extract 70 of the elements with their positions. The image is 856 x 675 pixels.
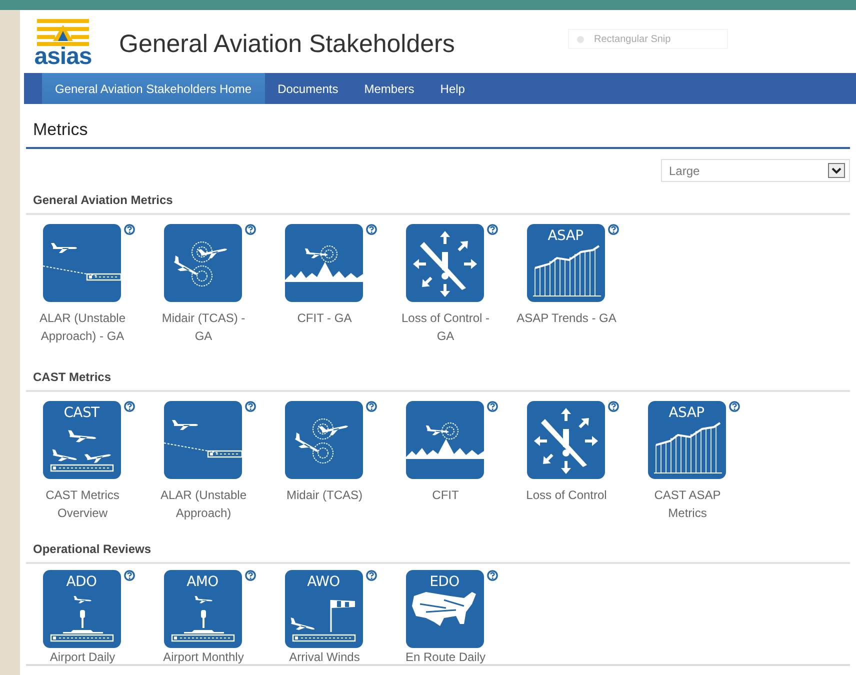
nav-tab[interactable]: Members xyxy=(351,73,428,104)
nav-tab[interactable]: Help xyxy=(427,73,478,104)
airplane-tower-icon xyxy=(50,596,114,642)
section-heading: General Aviation Metrics xyxy=(32,193,174,209)
metric-label[interactable]: Arrival Winds xyxy=(274,650,376,665)
help-icon[interactable] xyxy=(608,401,618,412)
metric-tile-link[interactable]: ASAP xyxy=(648,401,726,479)
map-icon xyxy=(410,591,476,627)
airplane-approach-icon xyxy=(164,419,242,459)
nav-tab[interactable]: Documents xyxy=(264,73,352,104)
logo-text: asias xyxy=(34,46,92,66)
metric-tile-link[interactable]: AMO xyxy=(164,570,242,648)
logo-stripes-icon xyxy=(37,16,89,46)
metric-tile-link[interactable] xyxy=(284,224,362,302)
help-icon[interactable] xyxy=(244,401,256,412)
metric-tile-link[interactable] xyxy=(406,401,484,479)
metric-label[interactable]: Airport Monthly xyxy=(152,650,254,665)
size-dropdown[interactable]: Large xyxy=(661,159,850,182)
metric-tile-link[interactable] xyxy=(406,224,484,302)
airplane-mountain-icon xyxy=(406,422,484,459)
help-icon[interactable] xyxy=(486,224,498,235)
help-icon[interactable] xyxy=(244,224,256,235)
metric-label[interactable]: Loss of Control xyxy=(516,486,618,504)
metric-label[interactable]: Midair (TCAS) xyxy=(274,486,376,504)
help-icon[interactable] xyxy=(486,401,498,412)
metric-label[interactable]: CFIT - GA xyxy=(274,309,376,327)
help-icon[interactable] xyxy=(486,570,498,581)
metric-tile-link[interactable] xyxy=(284,401,362,479)
metric-tile-link[interactable]: ASAP xyxy=(526,224,604,302)
airplane-tower-icon xyxy=(170,596,234,642)
help-icon[interactable] xyxy=(366,401,376,412)
trend-chart-icon xyxy=(532,244,602,297)
help-icon[interactable] xyxy=(608,224,618,235)
metric-label[interactable]: Airport Daily xyxy=(32,650,134,665)
metric-tile-link[interactable]: CAST xyxy=(42,401,120,479)
page-title: Metrics xyxy=(32,119,89,141)
site-title: General Aviation Stakeholders xyxy=(119,30,455,59)
caret-icon xyxy=(828,163,845,178)
airplane-approach-icon xyxy=(42,242,120,282)
help-icon[interactable] xyxy=(124,401,134,412)
metric-tile-link[interactable] xyxy=(526,401,604,479)
metric-label[interactable]: ALAR (Unstable Approach) xyxy=(152,486,254,522)
metric-label[interactable]: Midair (TCAS) - GA xyxy=(152,309,254,345)
metric-tile-link[interactable]: ADO xyxy=(42,570,120,648)
metric-label[interactable]: CAST Metrics Overview xyxy=(32,486,134,522)
metric-tile-link[interactable]: EDO xyxy=(406,570,484,648)
metric-tile-link[interactable] xyxy=(42,224,120,302)
help-icon[interactable] xyxy=(124,570,134,581)
metric-label[interactable]: Loss of Control - GA xyxy=(394,309,496,345)
metric-label[interactable]: CFIT xyxy=(394,486,496,504)
metric-tile-link[interactable]: AWO xyxy=(284,570,362,648)
trend-chart-icon xyxy=(654,421,722,474)
airplane-warning-icon xyxy=(532,407,598,475)
metric-tile-link[interactable] xyxy=(164,401,242,479)
help-icon[interactable] xyxy=(728,401,740,412)
nav-tab[interactable]: General Aviation Stakeholders Home xyxy=(42,73,265,104)
metric-label[interactable]: En Route Daily xyxy=(394,650,496,665)
metric-tile-link[interactable] xyxy=(164,224,242,302)
metric-label[interactable]: CAST ASAP Metrics xyxy=(636,486,738,522)
help-icon[interactable] xyxy=(366,224,376,235)
airplane-warning-icon xyxy=(412,230,478,298)
metric-label[interactable]: ASAP Trends - GA xyxy=(516,309,618,327)
metric-label[interactable]: ALAR (Unstable Approach) - GA xyxy=(32,309,134,345)
help-icon[interactable] xyxy=(124,224,134,235)
section-heading: Operational Reviews xyxy=(32,542,152,558)
airplane-mountain-icon xyxy=(284,245,362,282)
help-icon[interactable] xyxy=(366,570,376,581)
section-heading: CAST Metrics xyxy=(32,370,112,386)
help-icon[interactable] xyxy=(244,570,256,581)
airplanes-runway-icon xyxy=(50,430,114,472)
